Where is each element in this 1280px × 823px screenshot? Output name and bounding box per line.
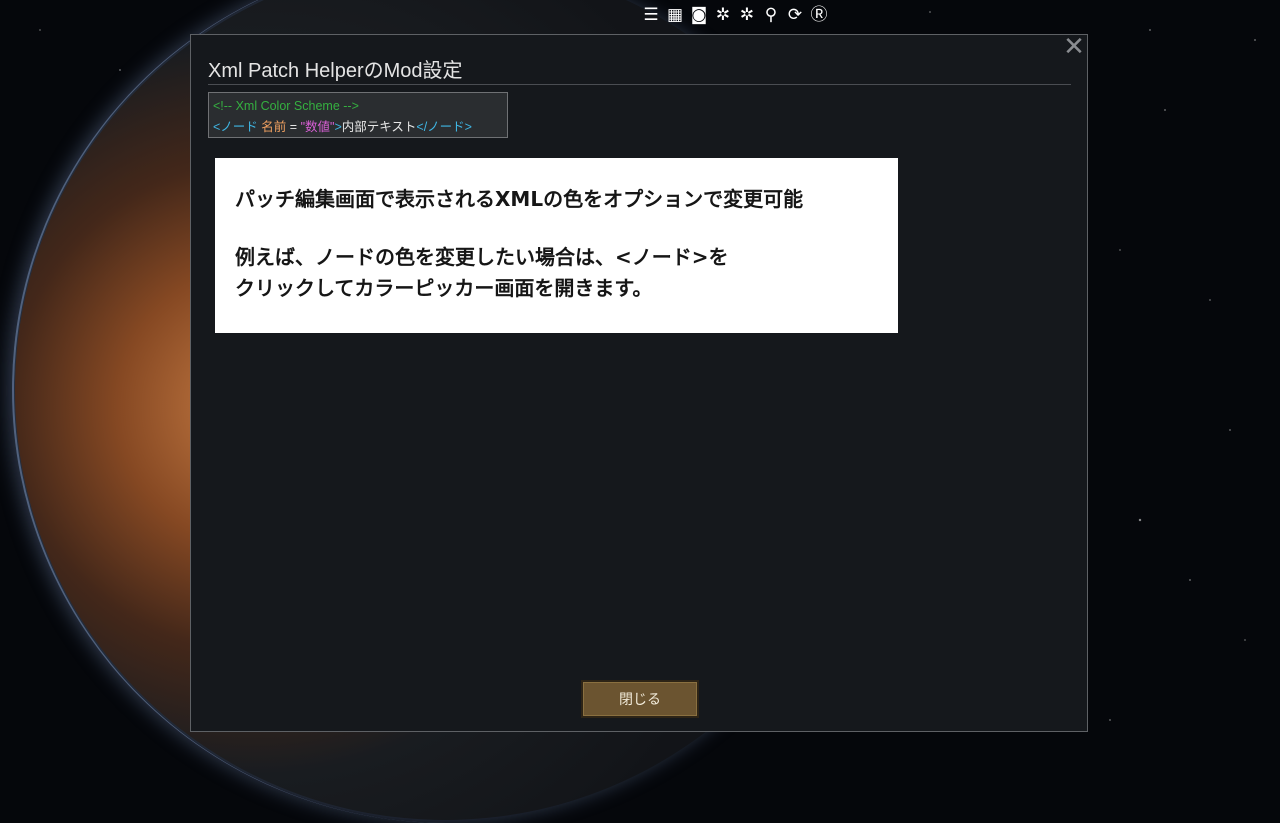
- sparkle-icon[interactable]: ✲: [712, 4, 734, 26]
- scheme-node-open[interactable]: <ノード: [213, 120, 258, 134]
- scheme-node-line: <ノード 名前 = "数値">内部テキスト</ノード>: [213, 117, 503, 138]
- top-toolbar: ☰ ▦ ◙ ✲ ✲ ⚲ ⟳ Ⓡ: [640, 4, 830, 26]
- info-line-1: パッチ編集画面で表示されるXMLの色をオプションで変更可能: [235, 187, 804, 211]
- scheme-attr-name[interactable]: 名前: [261, 120, 286, 134]
- close-icon[interactable]: ✕: [1061, 34, 1087, 61]
- info-tooltip: パッチ編集画面で表示されるXMLの色をオプションで変更可能 例えば、ノードの色を…: [215, 158, 898, 333]
- scheme-equals[interactable]: =: [286, 120, 300, 134]
- table-icon[interactable]: ▦: [664, 4, 686, 26]
- mod-settings-window: ✕ Xml Patch HelperのMod設定 <!-- Xml Color …: [190, 34, 1088, 732]
- bucket-icon[interactable]: ◙: [688, 4, 710, 26]
- close-button[interactable]: 閉じる: [581, 680, 699, 718]
- xml-color-scheme-preview: <!-- Xml Color Scheme --> <ノード 名前 = "数値"…: [208, 92, 508, 138]
- sparkle-alt-icon[interactable]: ✲: [736, 4, 758, 26]
- scheme-comment[interactable]: <!-- Xml Color Scheme -->: [213, 99, 359, 113]
- log-icon[interactable]: ☰: [640, 4, 662, 26]
- info-line-3: クリックしてカラーピッカー画面を開きます。: [235, 276, 653, 300]
- scheme-node-close-bracket[interactable]: >: [334, 120, 341, 134]
- scheme-inner-text[interactable]: 内部テキスト: [342, 120, 417, 134]
- search-icon[interactable]: ⚲: [760, 4, 782, 26]
- window-title: Xml Patch HelperのMod設定: [208, 60, 463, 82]
- title-divider: [208, 84, 1071, 85]
- scheme-node-end[interactable]: </ノード>: [416, 120, 472, 134]
- reload-r-icon[interactable]: Ⓡ: [808, 4, 830, 26]
- info-line-2: 例えば、ノードの色を変更したい場合は、<ノード>を: [235, 245, 729, 269]
- scheme-value[interactable]: "数値": [301, 120, 335, 134]
- refresh-icon[interactable]: ⟳: [784, 4, 806, 26]
- scheme-comment-line: <!-- Xml Color Scheme -->: [213, 96, 503, 117]
